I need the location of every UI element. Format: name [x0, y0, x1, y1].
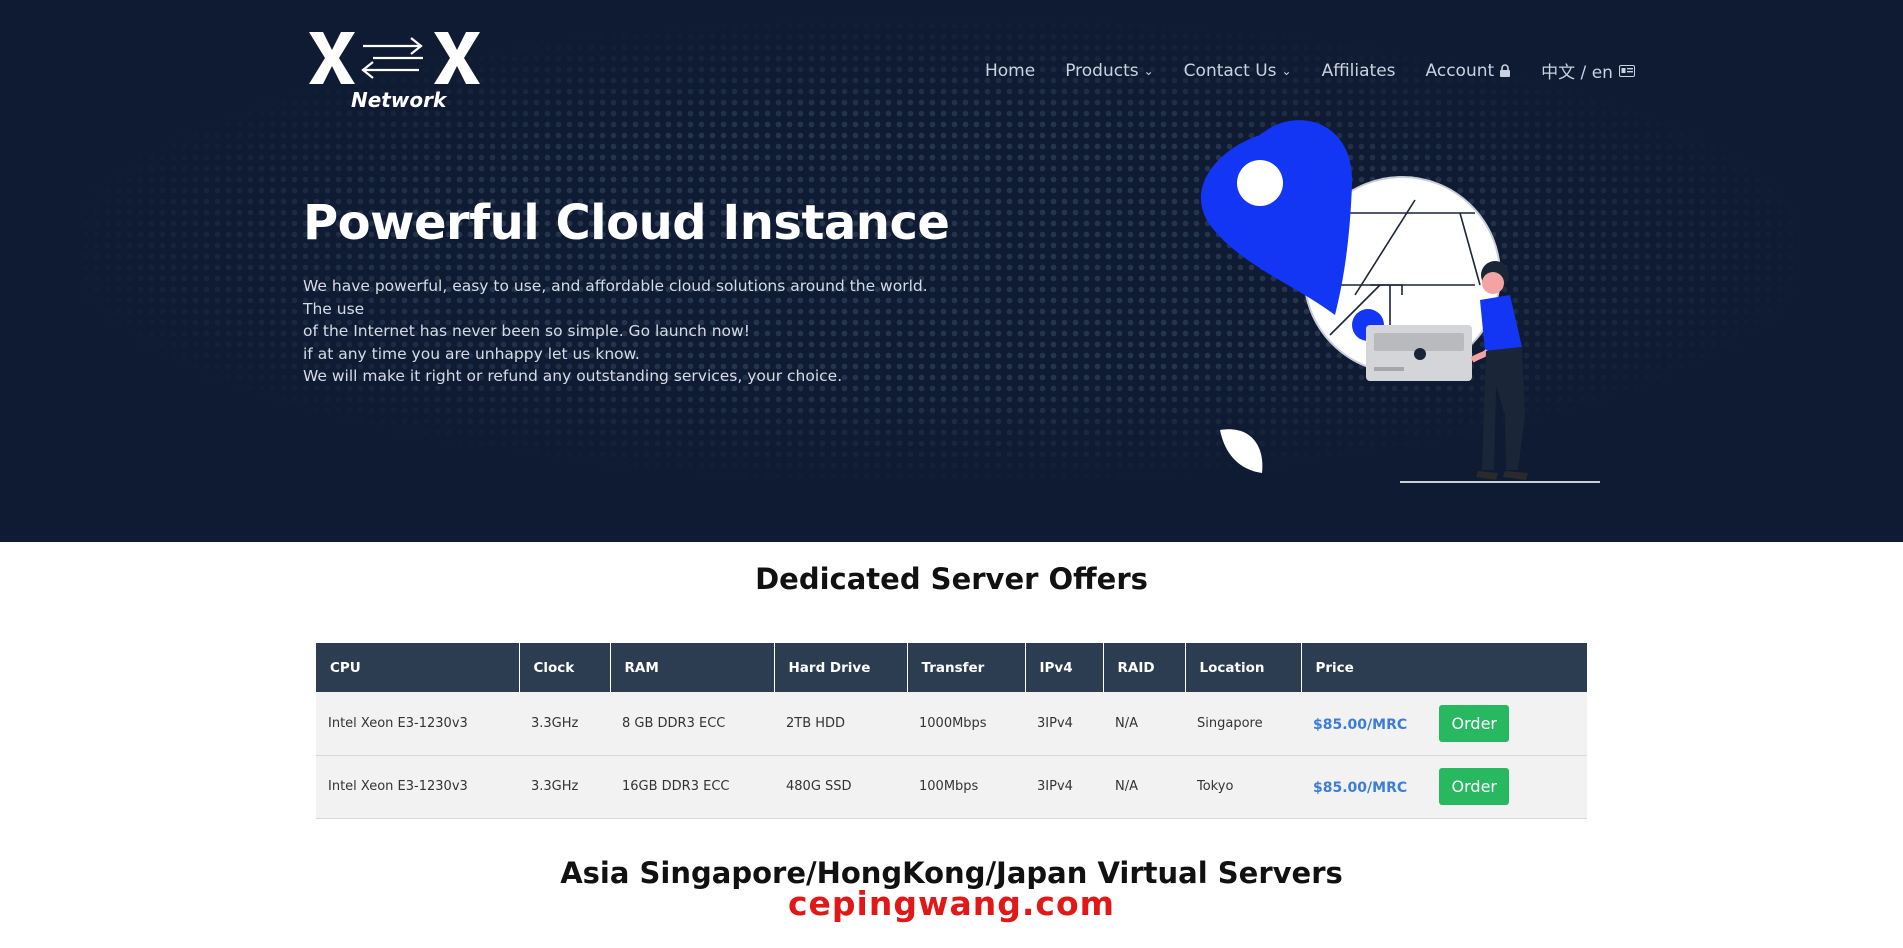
cpu-cell: Intel Xeon E3-1230v3 [316, 692, 519, 756]
transfer-cell: 1000Mbps [907, 692, 1025, 756]
language-card-icon [1618, 64, 1635, 77]
nav-language-label: 中文 / en [1541, 63, 1613, 83]
nav-home-label: Home [985, 60, 1036, 81]
drive-cell: 2TB HDD [774, 692, 907, 756]
column-header: IPv4 [1025, 643, 1104, 692]
dedicated-offers-table: CPU Clock RAM Hard Drive Transfer IPv4 R… [316, 643, 1587, 819]
chevron-down-icon: ⌄ [1281, 63, 1292, 78]
price-action-cell: $85.00/MRC Order [1301, 692, 1587, 756]
raid-cell: N/A [1103, 692, 1185, 756]
logo-mark-icon [309, 32, 480, 84]
column-header: Price [1301, 643, 1587, 692]
nav-contact-label: Contact Us [1183, 60, 1277, 81]
nav-products-label: Products [1065, 60, 1139, 81]
order-button[interactable]: Order [1439, 704, 1510, 742]
nav-home[interactable]: Home [985, 61, 1035, 81]
nav-affiliates-label: Affiliates [1321, 60, 1396, 81]
nav-affiliates[interactable]: Affiliates [1322, 61, 1396, 81]
ram-cell: 8 GB DDR3 ECC [610, 692, 774, 756]
lock-icon [1500, 64, 1511, 77]
price-action-cell: $85.00/MRC Order [1301, 755, 1587, 819]
nav-contact[interactable]: Contact Us ⌄ [1184, 61, 1292, 81]
hero-line: We will make it right or refund any outs… [303, 367, 843, 385]
location-cell: Tokyo [1185, 755, 1301, 819]
ipv4-cell: 3IPv4 [1025, 692, 1103, 756]
location-pin-illustration [1200, 120, 1600, 483]
drive-cell: 480G SSD [774, 755, 907, 819]
hero-title: Powerful Cloud Instance [303, 195, 950, 251]
nav-products[interactable]: Products ⌄ [1065, 61, 1153, 81]
price-value: $85.00/MRC [1313, 780, 1408, 796]
column-header: RAM [610, 643, 775, 692]
table-row: Intel Xeon E3-1230v3 3.3GHz 16GB DDR3 EC… [316, 755, 1587, 819]
table-header-row: CPU Clock RAM Hard Drive Transfer IPv4 R… [316, 643, 1587, 692]
table-row: Intel Xeon E3-1230v3 3.3GHz 8 GB DDR3 EC… [316, 692, 1587, 756]
nav-language[interactable]: 中文 / en [1541, 58, 1635, 83]
column-header: Hard Drive [774, 643, 908, 692]
watermark-text: cepingwang.com [787, 884, 1116, 923]
hero-line: if at any time you are unhappy let us kn… [303, 344, 640, 363]
hero-line: We have powerful, easy to use, and affor… [303, 277, 928, 318]
ipv4-cell: 3IPv4 [1025, 755, 1103, 819]
main-nav: Home Products ⌄ Contact Us ⌄ Affiliates Ac… [985, 58, 1635, 83]
raid-cell: N/A [1103, 755, 1185, 819]
column-header: Clock [519, 643, 611, 692]
logo-wordmark: Network [351, 88, 447, 112]
transfer-cell: 100Mbps [907, 755, 1025, 819]
hero-section: Network Home Products ⌄ Contact Us ⌄ Affil… [0, 0, 1903, 542]
nav-account[interactable]: Account [1426, 61, 1512, 81]
location-cell: Singapore [1185, 692, 1301, 756]
hero-line: of the Internet has never been so simple… [303, 322, 750, 340]
price-value: $85.00/MRC [1313, 716, 1408, 733]
column-header: Location [1185, 643, 1302, 692]
column-header: RAID [1103, 643, 1186, 692]
nav-account-label: Account [1425, 60, 1495, 81]
column-header: Transfer [907, 643, 1026, 692]
hero-description: We have powerful, easy to use, and affor… [303, 275, 943, 388]
cpu-cell: Intel Xeon E3-1230v3 [316, 755, 519, 819]
chevron-down-icon: ⌄ [1143, 63, 1154, 78]
order-button[interactable]: Order [1439, 768, 1510, 805]
clock-cell: 3.3GHz [519, 692, 610, 756]
column-header: CPU [316, 643, 520, 692]
site-logo[interactable]: Network [307, 30, 482, 112]
ram-cell: 16GB DDR3 ECC [610, 755, 774, 819]
dedicated-offers-title: Dedicated Server Offers [755, 562, 1148, 596]
clock-cell: 3.3GHz [519, 755, 610, 819]
